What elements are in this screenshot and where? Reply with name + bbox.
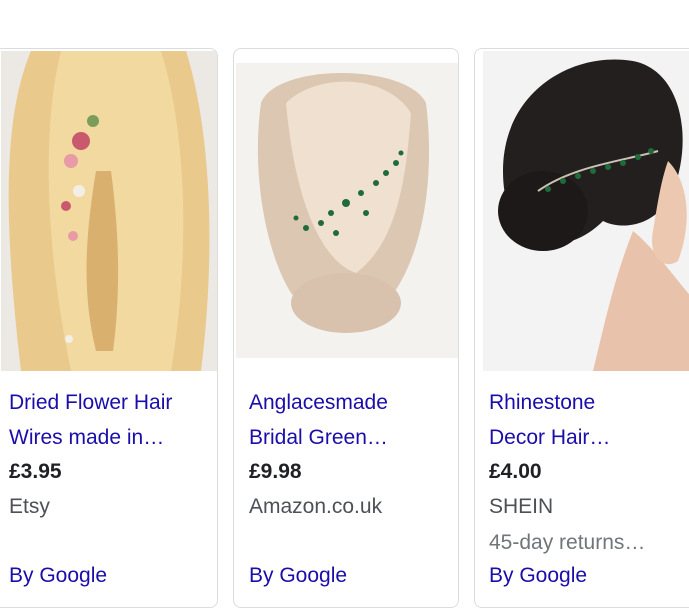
product-title-line2[interactable]: Wires made in…: [9, 420, 209, 455]
product-title-line2[interactable]: Decor Hair…: [489, 420, 689, 455]
product-title-line2[interactable]: Bridal Green…: [249, 420, 449, 455]
merchant-name: Amazon.co.uk: [249, 495, 383, 518]
by-google-link[interactable]: By Google: [249, 564, 347, 588]
product-card-2[interactable]: Anglacesmade Bridal Green… £9.98 Amazon.…: [233, 48, 459, 608]
product-card-3[interactable]: Rhinestone Decor Hair… £4.00 SHEIN 45-da…: [474, 48, 689, 608]
product-title-line1[interactable]: Rhinestone: [489, 385, 689, 420]
product-title-line1[interactable]: Anglacesmade: [249, 385, 449, 420]
merchant-name: Etsy: [9, 495, 50, 518]
product-price: £3.95: [9, 460, 62, 483]
product-carousel: Dried Flower Hair Wires made in… £3.95 E…: [0, 0, 689, 608]
product-image-2[interactable]: [236, 63, 458, 358]
by-google-link[interactable]: By Google: [489, 564, 587, 588]
product-price: £4.00: [489, 460, 542, 483]
product-price: £9.98: [249, 460, 302, 483]
product-title-line1[interactable]: Dried Flower Hair: [9, 385, 209, 420]
product-image-3[interactable]: [483, 51, 689, 371]
returns-info: 45-day returns…: [489, 531, 646, 554]
merchant-name: SHEIN: [489, 495, 554, 518]
by-google-link[interactable]: By Google: [9, 564, 107, 588]
product-image-1[interactable]: [1, 51, 217, 371]
product-card-1[interactable]: Dried Flower Hair Wires made in… £3.95 E…: [0, 48, 218, 608]
